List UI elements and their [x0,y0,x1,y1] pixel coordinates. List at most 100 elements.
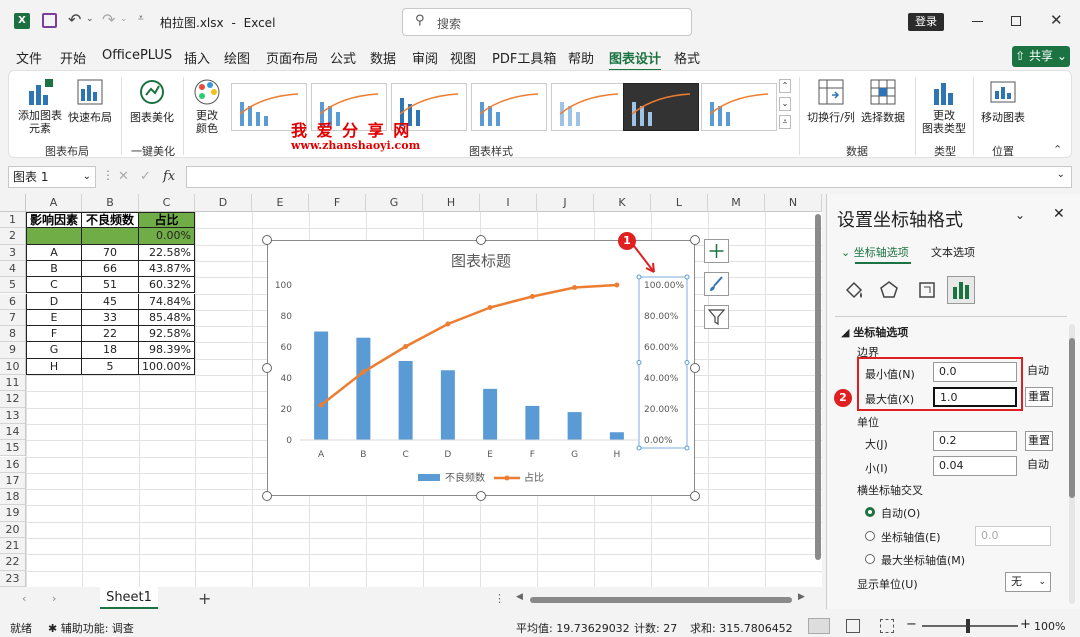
table-cell[interactable]: 18 [82,342,139,359]
style-scroll-down-icon[interactable]: ⌄ [779,97,791,111]
row-header[interactable]: 15 [0,440,26,457]
tab-3[interactable]: 插入 [184,48,210,67]
redo-dropdown-icon[interactable]: ⌄ [120,14,128,24]
page-layout-view-icon[interactable] [846,619,860,633]
confirm-icon[interactable]: ✓ [140,169,151,184]
row-header[interactable]: 13 [0,407,26,424]
tab-4[interactable]: 绘图 [224,48,250,67]
add-sheet-icon[interactable]: + [198,589,211,608]
row-header[interactable]: 19 [0,505,26,522]
table-cell[interactable]: 98.39% [139,342,195,359]
chart-style-7[interactable] [701,83,777,131]
column-header[interactable]: H [423,194,480,212]
major-unit-input[interactable]: 0.2 [933,431,1017,451]
undo-dropdown-icon[interactable]: ⌄ [86,14,94,24]
row-header[interactable]: 11 [0,375,26,392]
zoom-slider[interactable] [922,619,1018,633]
tab-10[interactable]: PDF工具箱 [492,48,556,67]
axis-options-icon-button[interactable] [947,276,975,304]
table-cell[interactable]: 66 [82,260,139,278]
row-header[interactable]: 12 [0,391,26,408]
tab-split-handle-icon[interactable]: ⋮ [494,592,505,605]
tab-6[interactable]: 公式 [330,48,356,67]
table-cell[interactable]: G [26,342,82,359]
resize-handle[interactable] [690,363,700,373]
row-header[interactable]: 1 [0,212,26,229]
next-sheet-icon[interactable]: › [52,592,56,605]
table-cell[interactable]: H [26,358,82,375]
column-header[interactable]: D [195,194,252,212]
table-cell[interactable]: 60.32% [139,277,195,294]
max-reset-button[interactable]: 重置 [1025,387,1053,407]
table-cell[interactable]: 100.00% [139,358,195,375]
collapse-ribbon-icon[interactable]: ⌃ [1053,143,1062,156]
resize-handle[interactable] [262,491,272,501]
size-properties-icon[interactable] [915,278,939,302]
resize-handle[interactable] [690,235,700,245]
horizontal-scrollbar[interactable] [530,597,792,603]
table-cell[interactable]: 影响因素 [26,212,82,229]
table-cell[interactable]: 74.84% [139,293,195,310]
table-cell[interactable] [82,228,139,245]
tab-1[interactable]: 开始 [60,48,86,67]
row-header[interactable]: 14 [0,423,26,441]
row-header[interactable]: 4 [0,260,26,278]
share-button[interactable]: ⇧ 共享 ⌄ [1012,46,1070,67]
column-header[interactable]: J [537,194,594,212]
column-header[interactable]: K [594,194,651,212]
table-cell[interactable]: 22.58% [139,244,195,261]
table-cell[interactable]: 33 [82,309,139,327]
page-break-view-icon[interactable] [880,619,894,633]
chart-style-4[interactable] [471,83,547,131]
column-header[interactable]: M [708,194,765,212]
column-header[interactable]: B [82,194,139,212]
tab-axis-options[interactable]: ⌄ 坐标轴选项 [841,244,909,260]
effects-icon[interactable] [877,278,901,302]
row-header[interactable]: 7 [0,309,26,327]
table-cell[interactable]: 45 [82,293,139,310]
row-header[interactable]: 23 [0,570,26,587]
name-box-dropdown-icon[interactable]: ⌄ [83,167,91,187]
login-button[interactable]: 登录 [908,13,944,31]
select-data-button[interactable]: 选择数据 [857,75,909,137]
row-header[interactable]: 17 [0,472,26,490]
chart-style-5[interactable] [551,83,627,131]
tab-13[interactable]: 格式 [674,48,700,67]
horizontal-scroll-right-icon[interactable]: ▶ [798,592,805,602]
tab-12[interactable]: 图表设计 [609,48,662,72]
min-auto-button[interactable]: 自动 [1025,362,1051,382]
max-bound-input[interactable]: 1.0 [933,387,1017,407]
row-header[interactable]: 21 [0,538,26,555]
tab-7[interactable]: 数据 [370,48,396,67]
resize-handle[interactable] [690,491,700,501]
row-header[interactable]: 5 [0,277,26,294]
resize-handle[interactable] [262,235,272,245]
resize-handle[interactable] [262,363,272,373]
zoom-level[interactable]: 100% [1034,620,1065,633]
min-bound-input[interactable]: 0.0 [933,362,1017,382]
add-chart-element-button[interactable]: 添加图表 元素 [17,75,63,137]
column-header[interactable]: G [366,194,423,212]
resize-handle[interactable] [476,235,486,245]
chart-elements-button[interactable] [704,239,729,263]
table-cell[interactable]: 0.00% [139,228,195,245]
prev-sheet-icon[interactable]: ‹ [22,592,26,605]
table-cell[interactable]: 5 [82,358,139,375]
column-header[interactable]: A [26,194,82,212]
section-axis-options[interactable]: ◢ 坐标轴选项 [841,324,908,340]
table-cell[interactable]: E [26,309,82,327]
pane-scrollbar[interactable] [1069,324,1075,604]
major-reset-button[interactable]: 重置 [1025,431,1053,451]
tab-5[interactable]: 页面布局 [266,48,318,67]
undo-icon[interactable]: ↶ [68,10,81,29]
sheet-tab-sheet1[interactable]: Sheet1 [100,587,158,609]
chart-beautify-button[interactable]: 图表美化 [127,75,177,137]
vertical-scrollbar[interactable] [815,214,821,560]
table-cell[interactable]: 22 [82,326,139,343]
formula-expand-icon[interactable]: ⌄ [1057,169,1065,180]
zoom-in-icon[interactable]: + [1020,617,1031,632]
row-header[interactable]: 3 [0,244,26,261]
tab-9[interactable]: 视图 [450,48,476,67]
name-box[interactable]: 图表 1 ⌄ [8,166,96,188]
row-header[interactable]: 22 [0,554,26,571]
